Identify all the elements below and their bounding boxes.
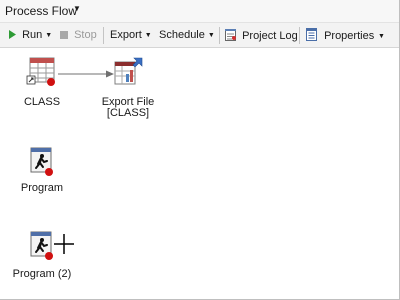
export-file-node[interactable]: Export File [CLASS] — [102, 56, 154, 120]
schedule-label: Schedule — [159, 29, 205, 41]
class-dataset-node[interactable]: CLASS — [22, 56, 62, 110]
properties-chevron-down-icon[interactable]: ▼ — [378, 29, 385, 44]
program-node[interactable]: Program — [20, 146, 64, 196]
properties-icon — [306, 28, 317, 41]
flow-connector-arrow — [58, 70, 114, 78]
run-chevron-down-icon[interactable]: ▼ — [45, 32, 52, 39]
project-log-label: Project Log — [242, 30, 298, 42]
export-label: Export — [110, 29, 142, 41]
program-runner-icon — [30, 147, 53, 176]
run-icon — [9, 30, 16, 39]
project-log-button[interactable]: Project Log — [224, 28, 298, 43]
export-button[interactable]: Export ▼ — [110, 28, 152, 43]
window-title-bar: Process Flow ▼ — [0, 0, 399, 23]
title-menu-chevron-down-icon[interactable]: ▼ — [73, 4, 81, 13]
export-file-node-sublabel: [CLASS] — [106, 107, 150, 119]
stop-button[interactable]: Stop — [60, 28, 97, 43]
toolbar: Run ▼ Stop Export ▼ Schedule ▼ Project Log — [0, 23, 399, 48]
toolbar-separator — [219, 27, 220, 44]
properties-label: Properties — [324, 30, 375, 42]
stop-icon — [60, 31, 68, 39]
project-log-icon — [225, 29, 236, 41]
schedule-chevron-down-icon[interactable]: ▼ — [208, 32, 215, 39]
export-file-icon — [114, 57, 143, 85]
toolbar-separator — [103, 27, 104, 44]
run-button[interactable]: Run ▼ — [8, 28, 52, 43]
class-node-label: CLASS — [23, 96, 61, 108]
program-node-label: Program — [20, 182, 64, 194]
export-chevron-down-icon[interactable]: ▼ — [145, 32, 152, 39]
window-title: Process Flow — [5, 4, 78, 18]
toolbar-separator — [299, 27, 300, 44]
crosshair-cursor-icon — [54, 234, 74, 254]
dataset-table-icon — [26, 57, 55, 86]
stop-label: Stop — [74, 29, 97, 41]
run-label: Run — [22, 29, 43, 41]
properties-button[interactable]: Properties — [305, 28, 374, 43]
schedule-button[interactable]: Schedule ▼ — [159, 28, 215, 43]
program-2-node-label: Program (2) — [12, 268, 72, 280]
